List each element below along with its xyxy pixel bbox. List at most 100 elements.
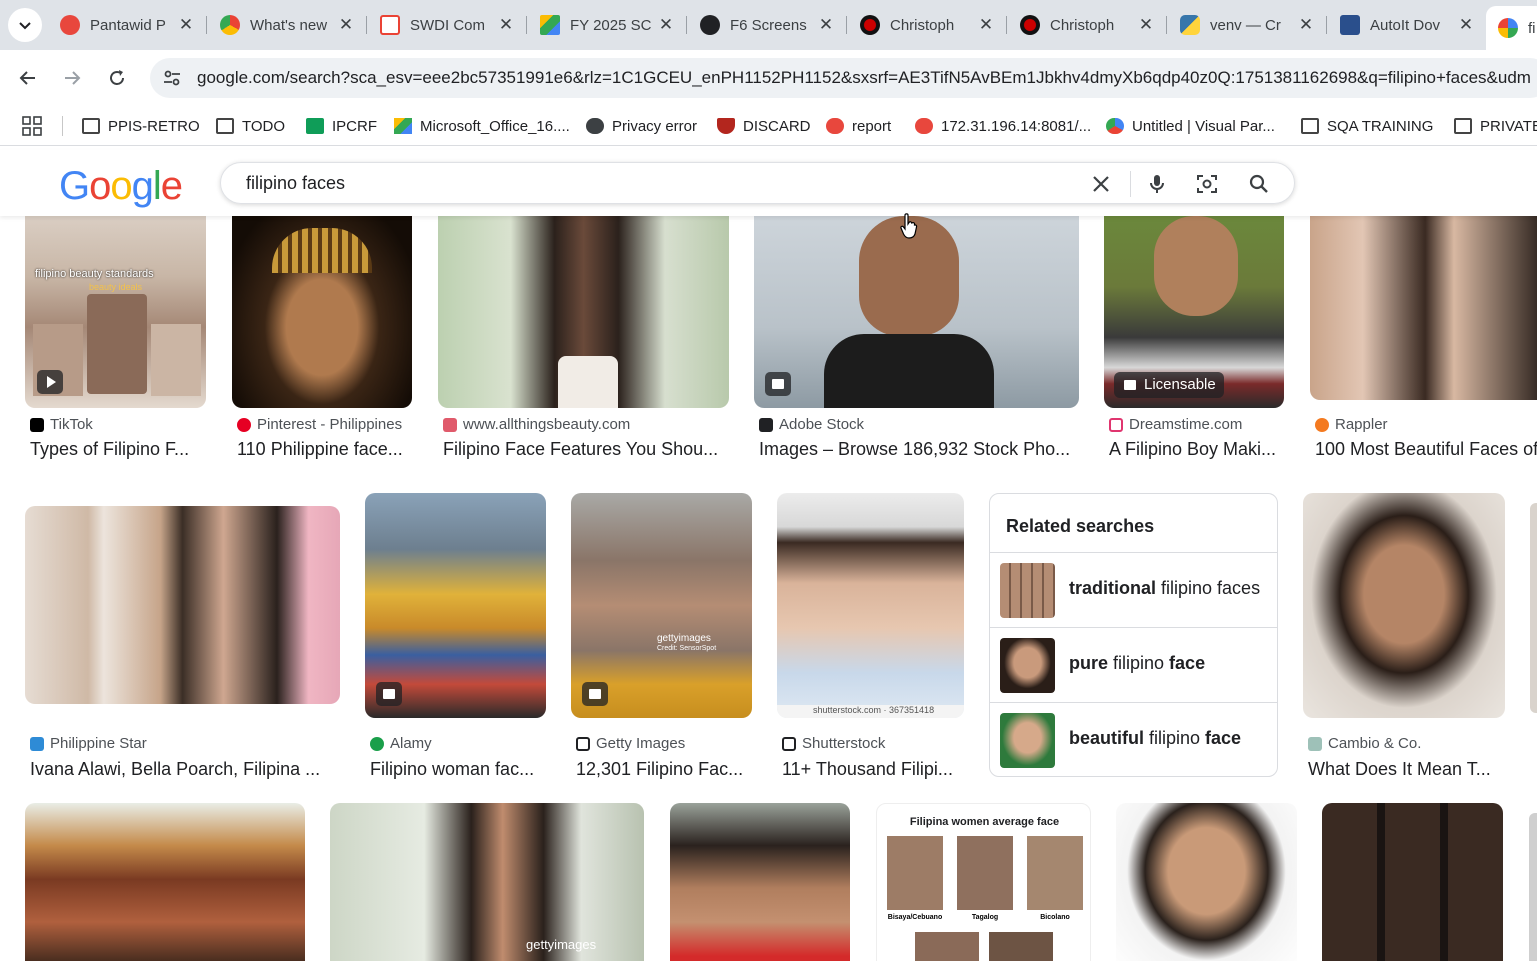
result-rappler[interactable]: Rappler 100 Most Beautiful Faces of — [1310, 216, 1537, 466]
drive-icon — [540, 15, 560, 35]
bookmark-report[interactable]: report — [826, 115, 891, 137]
related-item[interactable]: beautiful filipino face — [990, 702, 1277, 777]
result-philippine-star[interactable]: Philippine Star Ivana Alawi, Bella Poarc… — [25, 493, 340, 779]
result-thumbnail — [670, 803, 850, 961]
search-icon[interactable] — [1247, 172, 1271, 196]
result-title[interactable]: Types of Filipino F... — [30, 439, 206, 460]
close-icon[interactable]: ✕ — [816, 15, 836, 35]
thumb-caption: filipino beauty standards — [35, 268, 154, 280]
result-cambio[interactable]: Cambio & Co. What Does It Mean T... — [1303, 493, 1505, 779]
related-item[interactable]: traditional filipino faces — [990, 552, 1277, 627]
result-tiktok[interactable]: filipino beauty standards beauty ideals … — [25, 216, 206, 466]
close-icon[interactable]: ✕ — [336, 15, 356, 35]
tab-1[interactable]: Pantawid P ✕ — [48, 8, 200, 42]
bookmark-todo[interactable]: TODO — [216, 115, 285, 137]
result-getty[interactable]: gettyimages Credit: SensorSpot Getty Ima… — [571, 493, 752, 779]
tab-2[interactable]: What's new ✕ — [208, 8, 360, 42]
lens-icon[interactable] — [1195, 172, 1219, 196]
bookmark-private[interactable]: PRIVATE — [1454, 115, 1537, 137]
image-icon — [582, 682, 608, 706]
result-title[interactable]: 12,301 Filipino Fac... — [576, 759, 752, 780]
related-heading: Related searches — [1006, 516, 1155, 536]
tab-6[interactable]: Christoph ✕ — [848, 8, 1000, 42]
bookmark-discard[interactable]: DISCARD — [717, 115, 811, 137]
clear-icon[interactable] — [1089, 172, 1113, 196]
getty-icon — [576, 736, 590, 751]
image-icon — [765, 372, 791, 396]
tab-8[interactable]: venv — Cr ✕ — [1168, 8, 1320, 42]
tab-title: venv — Cr — [1210, 16, 1281, 34]
close-icon[interactable]: ✕ — [656, 15, 676, 35]
tab-search-button[interactable] — [8, 8, 42, 42]
search-box[interactable]: filipino faces — [220, 162, 1295, 204]
microphone-icon[interactable] — [1145, 172, 1169, 196]
result-row3-2[interactable]: gettyimages — [330, 803, 644, 961]
bookmark-ppis-retro[interactable]: PPIS-RETRO — [82, 115, 200, 137]
bookmark-ip[interactable]: 172.31.196.14:8081/... — [915, 115, 1091, 137]
result-dreamstime[interactable]: Licensable Dreamstime.com A Filipino Boy… — [1104, 216, 1284, 466]
tab-title: What's new — [250, 16, 328, 34]
result-allthingsbeauty[interactable]: www.allthingsbeauty.com Filipino Face Fe… — [438, 216, 729, 466]
result-title[interactable]: Filipino Face Features You Shou... — [443, 439, 729, 460]
tab-7[interactable]: Christoph ✕ — [1008, 8, 1160, 42]
search-input[interactable]: filipino faces — [246, 173, 345, 194]
close-icon[interactable]: ✕ — [176, 15, 196, 35]
result-row3-5[interactable] — [1116, 803, 1297, 961]
cambio-icon — [1308, 736, 1322, 751]
result-source: TikTok — [30, 416, 93, 433]
result-title[interactable]: A Filipino Boy Maki... — [1109, 439, 1284, 460]
related-thumbnail — [1000, 638, 1055, 693]
tab-title: F6 Screens — [730, 16, 807, 34]
bookmark-privacy-error[interactable]: Privacy error — [586, 115, 697, 137]
chrome-icon — [220, 15, 240, 35]
chart-title: Filipina women average face — [909, 816, 1060, 828]
folder-icon — [1454, 118, 1472, 134]
bookmark-sqa-training[interactable]: SQA TRAINING — [1301, 115, 1433, 137]
result-pinterest[interactable]: Pinterest - Philippines 110 Philippine f… — [232, 216, 412, 466]
tab-9[interactable]: AutoIt Dov ✕ — [1328, 8, 1480, 42]
sheets-icon — [306, 118, 324, 134]
result-thumbnail — [1322, 803, 1503, 961]
result-shutterstock[interactable]: shutterstock.com · 367351418 Shutterstoc… — [777, 493, 964, 779]
address-bar[interactable]: google.com/search?sca_esv=eee2bc57351991… — [150, 58, 1537, 98]
bookmark-microsoft-office[interactable]: Microsoft_Office_16.... — [394, 115, 570, 137]
result-title[interactable]: Ivana Alawi, Bella Poarch, Filipina ... — [30, 759, 340, 780]
python-icon — [1180, 15, 1200, 35]
close-icon[interactable]: ✕ — [1456, 15, 1476, 35]
result-row3-3[interactable] — [670, 803, 850, 961]
related-item[interactable]: pure filipino face — [990, 627, 1277, 702]
back-button[interactable] — [12, 62, 44, 94]
heart-icon — [826, 118, 844, 134]
tab-active[interactable]: fi — [1486, 6, 1537, 50]
tab-4[interactable]: FY 2025 SC ✕ — [528, 8, 680, 42]
apps-button[interactable] — [22, 115, 42, 137]
result-row3-6[interactable] — [1322, 803, 1503, 961]
tab-5[interactable]: F6 Screens ✕ — [688, 8, 840, 42]
tab-3[interactable]: SWDI Com ✕ — [368, 8, 520, 42]
close-icon[interactable]: ✕ — [1136, 15, 1156, 35]
result-row3-1[interactable] — [25, 803, 305, 961]
image-icon — [376, 682, 402, 706]
result-title[interactable]: 11+ Thousand Filipi... — [782, 759, 964, 780]
result-thumbnail — [25, 803, 305, 961]
bookmark-ipcrf[interactable]: IPCRF — [306, 115, 377, 137]
result-title[interactable]: What Does It Mean T... — [1308, 759, 1505, 780]
result-title[interactable]: Filipino woman fac... — [370, 759, 546, 780]
result-adobe-stock[interactable]: Adobe Stock Images – Browse 186,932 Stoc… — [754, 216, 1079, 466]
bookmark-visual-paradigm[interactable]: Untitled | Visual Par... — [1106, 115, 1275, 137]
result-alamy[interactable]: Alamy Filipino woman fac... — [365, 493, 546, 779]
close-icon[interactable]: ✕ — [496, 15, 516, 35]
result-title[interactable]: 110 Philippine face... — [237, 439, 412, 460]
result-row3-4[interactable]: Filipina women average face Bisaya/Cebua… — [876, 803, 1091, 961]
result-title[interactable]: Images – Browse 186,932 Stock Pho... — [759, 439, 1079, 460]
shutterstock-watermark: shutterstock.com · 367351418 — [813, 705, 935, 715]
site-info-icon[interactable] — [162, 68, 182, 88]
folder-icon — [82, 118, 100, 134]
close-icon[interactable]: ✕ — [1296, 15, 1316, 35]
forward-button[interactable] — [56, 62, 88, 94]
google-logo[interactable]: Google — [59, 164, 183, 209]
reload-button[interactable] — [101, 62, 133, 94]
result-title[interactable]: 100 Most Beautiful Faces of — [1315, 439, 1537, 460]
close-icon[interactable]: ✕ — [976, 15, 996, 35]
reload-icon — [110, 70, 124, 85]
